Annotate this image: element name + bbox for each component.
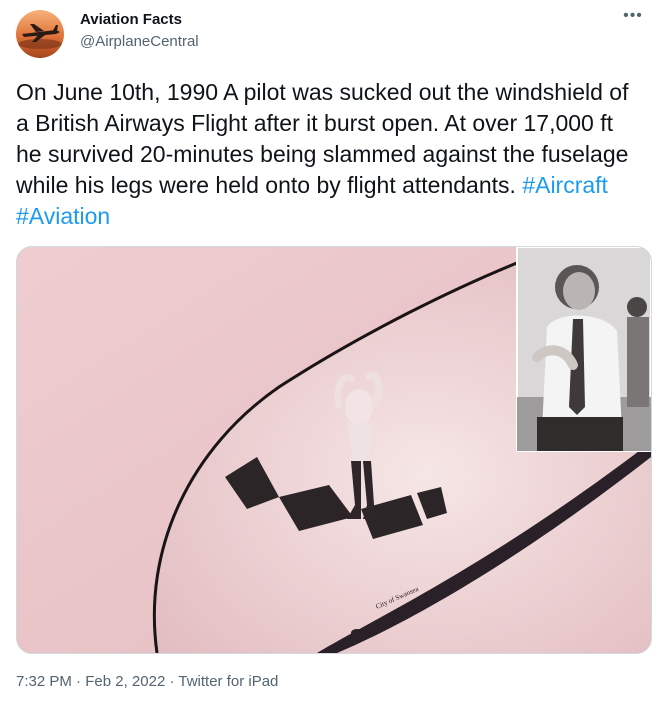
tweet-timestamp: 7:32 PM · Feb 2, 2022 · Twitter for iPad (16, 673, 278, 690)
separator-dot-2: · (169, 673, 175, 690)
hashtag-aircraft[interactable]: #Aircraft (522, 172, 608, 198)
airplane-icon (18, 24, 62, 49)
tweet-header: Aviation Facts @AirplaneCentral ••• (16, 6, 647, 62)
airplane-nose-photo: City of Swansea (17, 247, 651, 653)
pilot-portrait-inset (516, 247, 651, 452)
tweet-source[interactable]: Twitter for iPad (178, 673, 278, 690)
hashtag-aviation[interactable]: #Aviation (16, 203, 110, 229)
separator-dot: · (76, 673, 82, 690)
more-horizontal-icon[interactable]: ••• (619, 8, 647, 30)
author-name[interactable]: Aviation Facts (80, 11, 182, 28)
tweet-date[interactable]: Feb 2, 2022 (85, 673, 165, 690)
tweet-text: On June 10th, 1990 A pilot was sucked ou… (16, 77, 644, 232)
tweet-time[interactable]: 7:32 PM (16, 673, 72, 690)
tweet-media-photo[interactable]: City of Swansea (16, 246, 652, 654)
author-handle[interactable]: @AirplaneCentral (80, 33, 199, 50)
avatar[interactable] (16, 10, 64, 58)
